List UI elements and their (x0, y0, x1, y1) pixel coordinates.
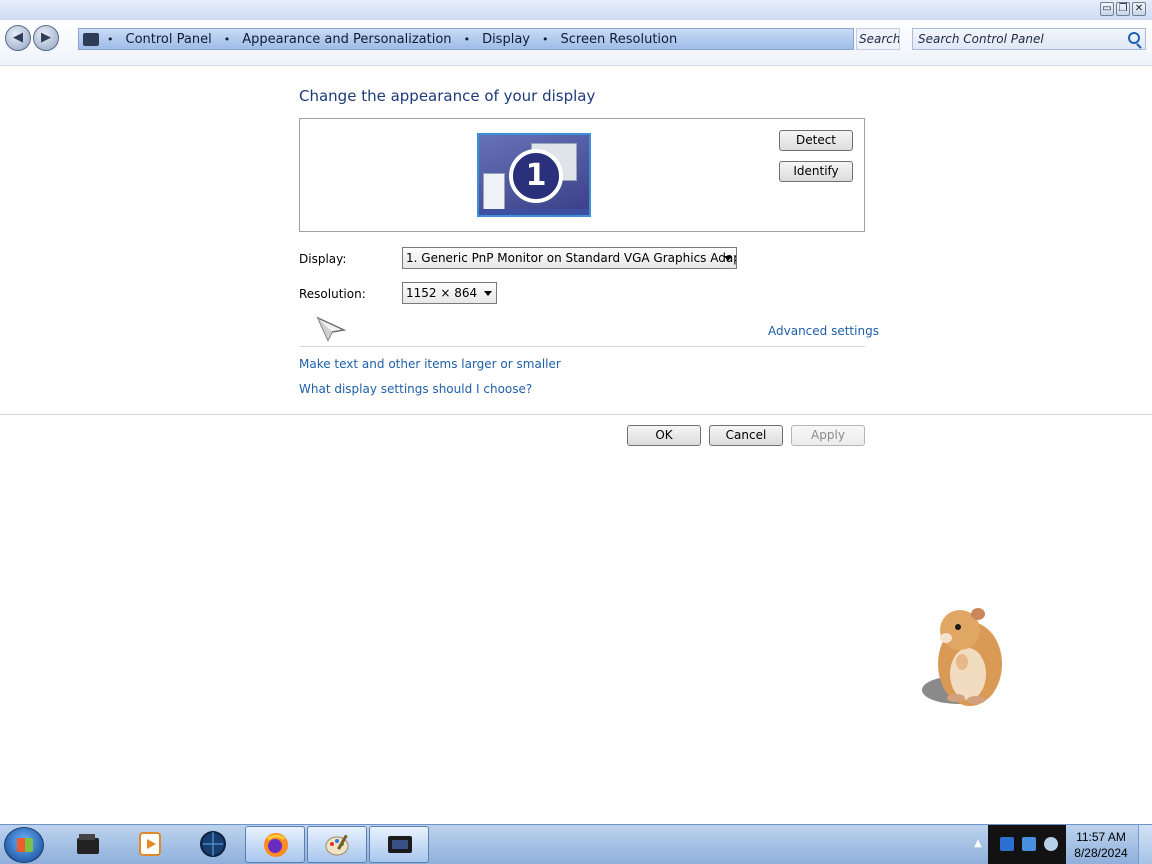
firefox-icon (264, 833, 288, 857)
advanced-settings-link[interactable]: Advanced settings (768, 324, 879, 338)
windows-logo-icon (17, 838, 33, 852)
breadcrumb-separator: • (107, 32, 114, 46)
detect-button[interactable]: Detect (779, 130, 853, 151)
monitor-preview-window (483, 173, 505, 211)
breadcrumb-separator: • (541, 32, 549, 46)
start-button[interactable] (4, 827, 44, 863)
taskbar-item-globe-app[interactable] (183, 826, 243, 863)
chevron-down-icon (484, 291, 492, 296)
file-manager-icon (77, 834, 99, 854)
ok-button[interactable]: OK (627, 425, 701, 446)
resolution-select-value: 1152 × 864 (406, 286, 478, 300)
taskbar-item-media-player[interactable] (120, 826, 180, 863)
taskbar-item-firefox[interactable] (245, 826, 305, 863)
search-input[interactable]: Search Control Panel (912, 28, 1146, 50)
monitor-1-thumbnail[interactable]: 1 (477, 133, 591, 217)
back-arrow-icon: ◀ (13, 30, 23, 45)
paint-icon (325, 834, 349, 856)
address-refresh-area[interactable]: Search C (856, 28, 900, 50)
volume-icon[interactable] (1044, 837, 1058, 851)
breadcrumb-screen-resolution[interactable]: Screen Resolution (560, 32, 677, 47)
show-desktop-button[interactable] (1138, 825, 1152, 864)
apply-button[interactable]: Apply (791, 425, 865, 446)
window-titlebar: ▭ ❐ ✕ (0, 0, 1152, 20)
close-button[interactable]: ✕ (1132, 2, 1146, 16)
taskbar-item-paint[interactable] (307, 826, 367, 863)
chevron-up-icon: ▲ (974, 838, 982, 849)
breadcrumb-separator: • (463, 32, 471, 46)
search-placeholder: Search Control Panel (918, 32, 1044, 46)
address-bar[interactable]: • Control Panel • Appearance and Persona… (78, 28, 854, 50)
restore-button[interactable]: ❐ (1116, 2, 1130, 16)
breadcrumb-control-panel[interactable]: Control Panel (126, 32, 212, 47)
breadcrumb-display[interactable]: Display (482, 32, 530, 47)
breadcrumb-separator: • (223, 32, 231, 46)
taskbar: ▲ 11:57 AM 8/28/2024 (0, 824, 1152, 864)
minimize-button[interactable]: ▭ (1100, 2, 1114, 16)
back-button[interactable]: ◀ (5, 25, 31, 51)
display-select[interactable]: 1. Generic PnP Monitor on Standard VGA G… (402, 247, 737, 269)
network-icon[interactable] (1000, 837, 1014, 851)
media-player-icon (139, 832, 161, 856)
hamster-pet-image[interactable] (918, 602, 1010, 712)
divider (299, 346, 865, 347)
screen: ▭ ❐ ✕ ◀ ▶ • Control Panel • Appearance a… (0, 0, 1152, 864)
clock-date: 8/28/2024 (1074, 846, 1128, 860)
breadcrumb-appearance[interactable]: Appearance and Personalization (242, 32, 451, 47)
display-label: Display: (299, 252, 347, 266)
notification-area (988, 825, 1066, 864)
dialog-divider (0, 414, 1152, 415)
page-title: Change the appearance of your display (299, 87, 596, 105)
window-controls: ▭ ❐ ✕ (1100, 2, 1146, 16)
display-select-value: 1. Generic PnP Monitor on Standard VGA G… (406, 251, 737, 265)
mouse-pointer-icon (316, 316, 346, 342)
display-app-icon (388, 836, 412, 853)
show-hidden-icons-button[interactable]: ▲ (970, 829, 986, 859)
resolution-select[interactable]: 1152 × 864 (402, 282, 497, 304)
clock-time: 11:57 AM (1076, 830, 1126, 844)
breadcrumb: • Control Panel • Appearance and Persona… (79, 29, 689, 49)
chevron-down-icon (724, 256, 732, 261)
action-center-icon[interactable] (1022, 837, 1036, 851)
monitor-arrangement-panel: 1 Detect Identify (299, 118, 865, 232)
taskbar-item-file-manager[interactable] (58, 826, 118, 863)
monitor-preview-taskbar (479, 209, 589, 215)
identify-button[interactable]: Identify (779, 161, 853, 182)
display-help-link[interactable]: What display settings should I choose? (299, 382, 532, 396)
forward-button[interactable]: ▶ (33, 25, 59, 51)
control-panel-icon (83, 32, 99, 46)
cancel-button[interactable]: Cancel (709, 425, 783, 446)
resolution-label: Resolution: (299, 287, 366, 301)
monitor-number: 1 (509, 149, 563, 203)
taskbar-item-display-settings[interactable] (369, 826, 429, 863)
system-clock[interactable]: 11:57 AM 8/28/2024 (1066, 829, 1136, 863)
forward-arrow-icon: ▶ (41, 30, 51, 45)
search-icon[interactable] (1128, 32, 1140, 44)
globe-icon (200, 831, 226, 857)
text-size-link[interactable]: Make text and other items larger or smal… (299, 357, 561, 371)
